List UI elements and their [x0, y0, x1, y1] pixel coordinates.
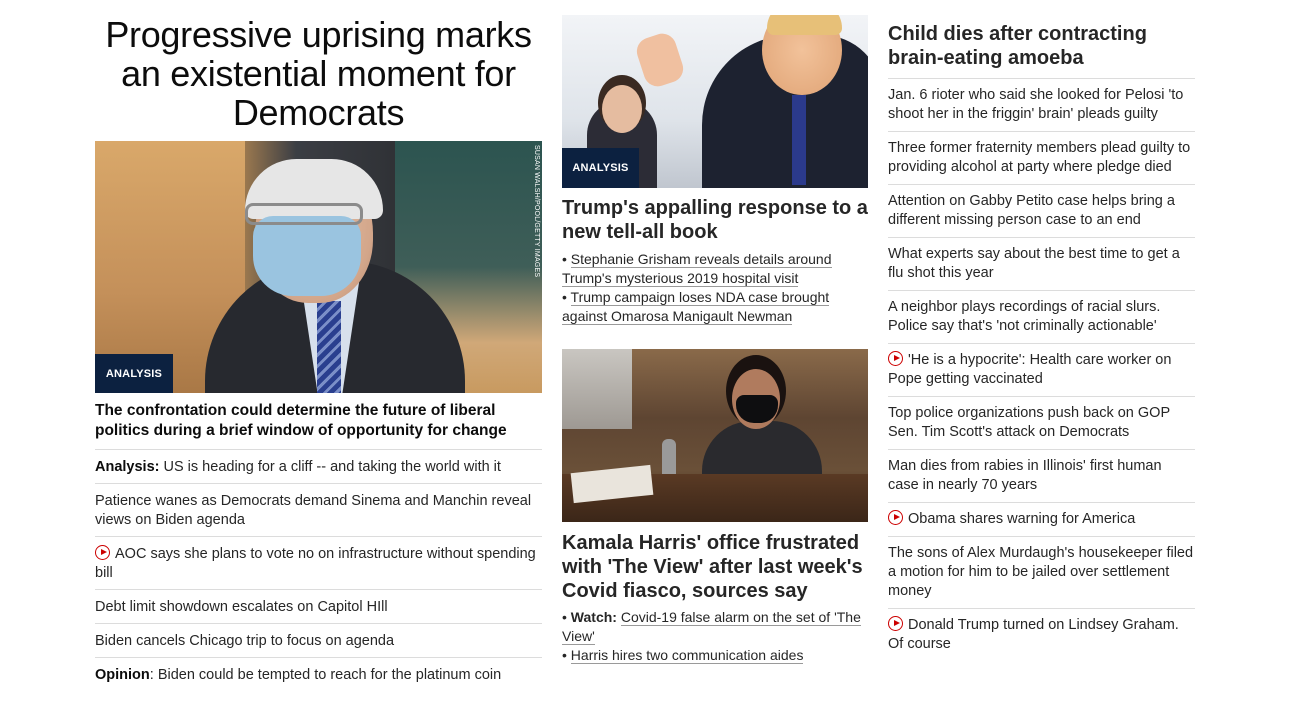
play-circle-icon [95, 545, 110, 560]
bullet-prefix: Watch: [570, 609, 617, 625]
story1-image-hand [633, 30, 687, 90]
play-circle-icon [888, 351, 903, 366]
list-item[interactable]: Man dies from rabies in Illinois' first … [888, 450, 1195, 503]
list-item[interactable]: AOC says she plans to vote no on infrast… [95, 537, 542, 590]
item-text: Jan. 6 rioter who said she looked for Pe… [888, 87, 1184, 122]
item-text: What experts say about the best time to … [888, 246, 1180, 281]
play-circle-icon [888, 510, 903, 525]
list-item[interactable]: Opinion: Biden could be tempted to reach… [95, 658, 542, 691]
bullet-link[interactable]: Trump campaign loses NDA case brought ag… [562, 289, 830, 325]
item-text: Three former fraternity members plead gu… [888, 140, 1191, 175]
list-item[interactable]: Donald Trump turned on Lindsey Graham. O… [888, 609, 1195, 661]
list-item[interactable]: Top police organizations push back on GO… [888, 397, 1195, 450]
photo-credit: SUSAN WALSH/POOL/GETTY IMAGES [533, 145, 540, 278]
item-text: Patience wanes as Democrats demand Sinem… [95, 493, 532, 528]
list-item[interactable]: 'He is a hypocrite': Health care worker … [888, 344, 1195, 397]
item-text: Man dies from rabies in Illinois' first … [888, 458, 1162, 493]
item-text: A neighbor plays recordings of racial sl… [888, 299, 1161, 334]
list-item[interactable]: Three former fraternity members plead gu… [888, 132, 1195, 185]
story1-image-tie [792, 95, 806, 185]
item-text: Top police organizations push back on GO… [888, 405, 1170, 440]
story1-image[interactable]: ANALYSIS [562, 15, 868, 188]
item-text: AOC says she plans to vote no on infrast… [95, 546, 536, 581]
hero-image-tie [317, 301, 341, 393]
analysis-tag: ANALYSIS [95, 354, 173, 393]
item-text: 'He is a hypocrite': Health care worker … [888, 352, 1172, 387]
list-item[interactable]: What experts say about the best time to … [888, 238, 1195, 291]
item-text: US is heading for a cliff -- and taking … [159, 459, 501, 475]
list-item[interactable]: The sons of Alex Murdaugh's housekeeper … [888, 537, 1195, 609]
list-item[interactable]: Attention on Gabby Petito case helps bri… [888, 185, 1195, 238]
lead-column: Progressive uprising marks an existentia… [95, 15, 542, 691]
list-item[interactable]: Patience wanes as Democrats demand Sinem… [95, 484, 542, 537]
hero-headline[interactable]: Progressive uprising marks an existentia… [95, 15, 542, 141]
list-item[interactable]: A neighbor plays recordings of racial sl… [888, 291, 1195, 344]
story1-bullet[interactable]: • Stephanie Grisham reveals details arou… [562, 250, 868, 288]
item-text: Debt limit showdown escalates on Capitol… [95, 599, 388, 615]
list-item[interactable]: Obama shares warning for America [888, 503, 1195, 537]
hero-caption[interactable]: The confrontation could determine the fu… [95, 393, 542, 450]
list-item[interactable]: Debt limit showdown escalates on Capitol… [95, 590, 542, 624]
list-item[interactable]: Analysis: US is heading for a cliff -- a… [95, 450, 542, 484]
middle-column: ANALYSIS Trump's appalling response to a… [562, 15, 868, 665]
play-circle-icon [888, 616, 903, 631]
item-prefix: Opinion [95, 667, 150, 683]
story1-bullet[interactable]: • Trump campaign loses NDA case brought … [562, 288, 868, 326]
right-column: Child dies after contracting brain-eatin… [888, 15, 1195, 661]
item-text: Attention on Gabby Petito case helps bri… [888, 193, 1175, 228]
story1-headline[interactable]: Trump's appalling response to a new tell… [562, 196, 868, 244]
item-prefix: Analysis: [95, 459, 160, 475]
hero-image[interactable]: SUSAN WALSH/POOL/GETTY IMAGES ANALYSIS [95, 141, 542, 393]
analysis-tag: ANALYSIS [562, 148, 639, 188]
list-item[interactable]: Biden cancels Chicago trip to focus on a… [95, 624, 542, 658]
item-text: : Biden could be tempted to reach for th… [149, 667, 502, 683]
story2-bullet[interactable]: • Watch: Covid-19 false alarm on the set… [562, 608, 868, 646]
item-text: Donald Trump turned on Lindsey Graham. O… [888, 617, 1179, 652]
bullet-link[interactable]: Stephanie Grisham reveals details around… [562, 251, 832, 287]
story2-headline[interactable]: Kamala Harris' office frustrated with 'T… [562, 531, 868, 603]
story2-bullet[interactable]: • Harris hires two communication aides [562, 646, 868, 665]
item-text: Obama shares warning for America [908, 511, 1136, 527]
item-text: The sons of Alex Murdaugh's housekeeper … [888, 545, 1194, 599]
hero-image-glasses [245, 203, 363, 225]
item-text: Biden cancels Chicago trip to focus on a… [95, 633, 395, 649]
story2-image[interactable] [562, 349, 868, 522]
story1-image-hair [767, 15, 842, 35]
hero-image-mask [253, 216, 361, 296]
story2-image-background [562, 349, 632, 429]
right-headline[interactable]: Child dies after contracting brain-eatin… [888, 15, 1195, 79]
story1-image-second-head [602, 85, 642, 133]
list-item[interactable]: Jan. 6 rioter who said she looked for Pe… [888, 79, 1195, 132]
bullet-link[interactable]: Harris hires two communication aides [570, 647, 804, 664]
